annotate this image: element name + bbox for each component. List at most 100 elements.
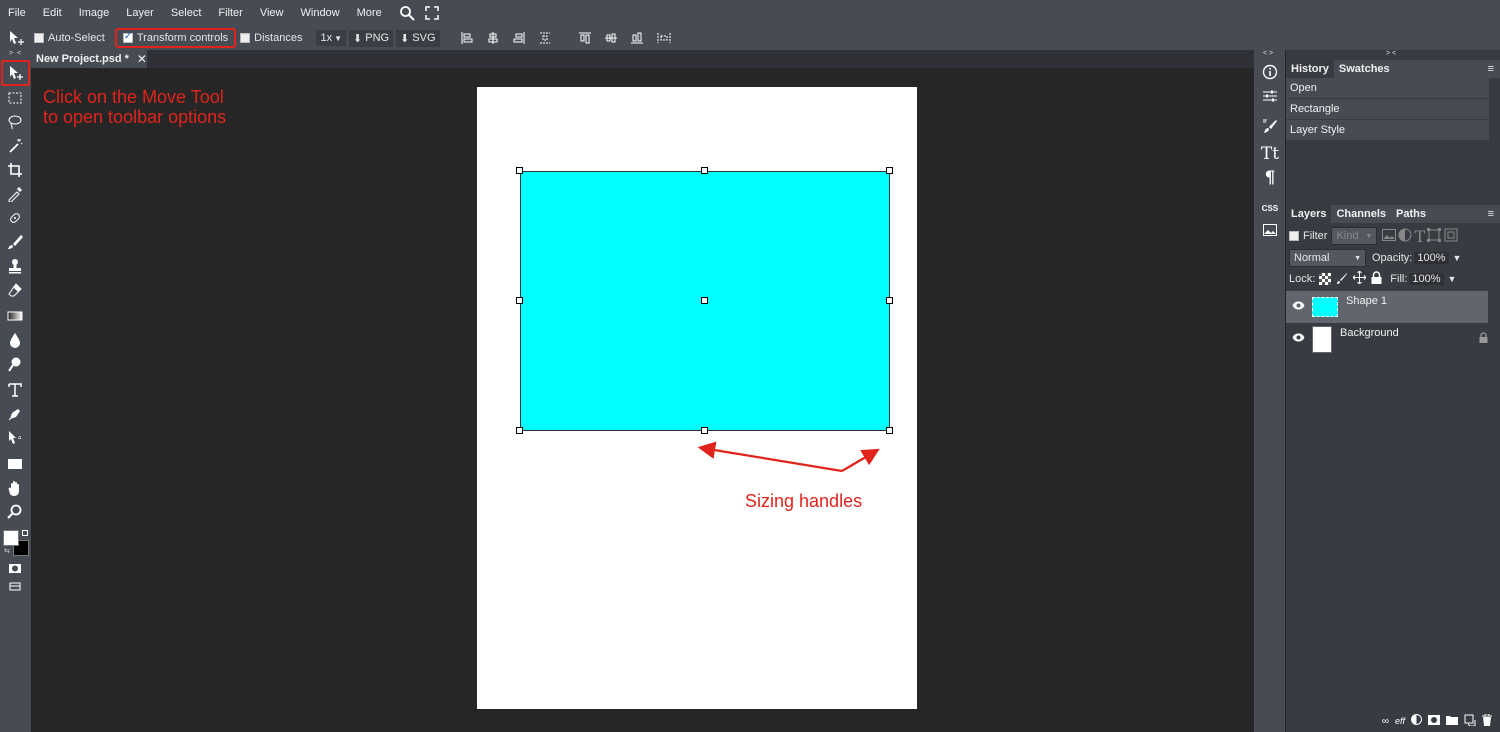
tab-layers[interactable]: Layers xyxy=(1286,205,1332,223)
eyedropper-tool[interactable] xyxy=(4,184,26,204)
layer-row-background[interactable]: Background xyxy=(1286,323,1488,355)
align-bottom-icon[interactable] xyxy=(630,32,643,44)
layer-effects-icon[interactable]: eff xyxy=(1395,716,1405,726)
distribute-h-icon[interactable] xyxy=(539,32,551,44)
panel-menu-icon[interactable]: ≡ xyxy=(1488,208,1494,220)
distances-option[interactable]: Distances xyxy=(240,32,302,44)
sizing-handle-top-center[interactable] xyxy=(701,167,708,174)
dodge-tool[interactable] xyxy=(4,354,26,374)
delete-layer-icon[interactable] xyxy=(1482,713,1492,729)
filter-adjustment-icon[interactable] xyxy=(1398,228,1412,245)
layer-mask-icon[interactable] xyxy=(1428,714,1440,728)
gradient-tool[interactable] xyxy=(4,306,26,326)
align-top-icon[interactable] xyxy=(578,32,591,44)
filter-smart-object-icon[interactable] xyxy=(1444,228,1458,245)
marquee-tool[interactable] xyxy=(4,88,26,108)
history-item[interactable]: Layer Style xyxy=(1286,120,1489,140)
blend-mode-dropdown[interactable]: Normal ▼ xyxy=(1289,249,1366,267)
image-icon[interactable] xyxy=(1260,220,1280,240)
filter-shape-icon[interactable] xyxy=(1427,227,1442,245)
menu-image[interactable]: Image xyxy=(79,7,110,19)
sizing-handle-middle-left[interactable] xyxy=(516,297,523,304)
lasso-tool[interactable] xyxy=(4,112,26,132)
type-tool[interactable] xyxy=(4,380,26,400)
panels-collapse-icon[interactable]: > < xyxy=(1386,50,1396,57)
sizing-handle-bottom-left[interactable] xyxy=(516,427,523,434)
history-item[interactable]: Rectangle xyxy=(1286,99,1489,119)
menu-window[interactable]: Window xyxy=(301,7,340,19)
rectangle-tool[interactable] xyxy=(4,454,26,474)
swap-colors-icon[interactable] xyxy=(22,530,28,536)
tab-swatches[interactable]: Swatches xyxy=(1334,60,1395,78)
layer-row-shape-1[interactable]: Shape 1 xyxy=(1286,291,1488,323)
character-icon[interactable]: Tt xyxy=(1260,144,1280,164)
menu-view[interactable]: View xyxy=(260,7,284,19)
expand-panels-icon[interactable]: < > xyxy=(1263,50,1273,57)
menu-edit[interactable]: Edit xyxy=(43,7,62,19)
history-item[interactable]: Open xyxy=(1286,78,1489,98)
brush-tool[interactable] xyxy=(4,232,26,252)
sizing-handle-top-left[interactable] xyxy=(516,167,523,174)
align-right-icon[interactable] xyxy=(513,32,525,44)
healing-brush-tool[interactable] xyxy=(4,208,26,228)
lock-transparency-icon[interactable] xyxy=(1319,273,1332,285)
transform-controls-checkbox[interactable] xyxy=(122,31,133,43)
sizing-handle-middle-right[interactable] xyxy=(886,297,893,304)
filter-pixel-icon[interactable] xyxy=(1382,228,1397,244)
menu-file[interactable]: File xyxy=(8,7,26,19)
export-svg-button[interactable]: ⬇ SVG xyxy=(396,29,440,47)
opacity-dropdown-icon[interactable]: ▼ xyxy=(1453,253,1462,263)
css-icon[interactable]: CSS xyxy=(1260,198,1280,218)
distances-checkbox[interactable] xyxy=(240,33,251,43)
layer-name[interactable]: Shape 1 xyxy=(1346,295,1387,307)
auto-select-option[interactable]: Auto-Select xyxy=(34,32,105,44)
menu-select[interactable]: Select xyxy=(171,7,202,19)
screen-mode-icon[interactable] xyxy=(4,576,26,596)
sizing-handle-center[interactable] xyxy=(701,297,708,304)
color-swatches[interactable]: ⇆ xyxy=(3,530,29,556)
visibility-eye-icon[interactable] xyxy=(1292,333,1306,345)
document-tab[interactable]: New Project.psd * ✕ xyxy=(31,50,147,68)
search-icon[interactable] xyxy=(399,5,415,21)
magic-wand-tool[interactable] xyxy=(4,136,26,156)
default-colors-icon[interactable]: ⇆ xyxy=(4,547,10,555)
sizing-handle-bottom-right[interactable] xyxy=(886,427,893,434)
lock-position-icon[interactable] xyxy=(1352,270,1367,287)
export-png-button[interactable]: ⬇ PNG xyxy=(349,29,394,47)
tab-paths[interactable]: Paths xyxy=(1391,205,1431,223)
visibility-eye-icon[interactable] xyxy=(1292,301,1306,313)
new-group-icon[interactable] xyxy=(1446,715,1458,728)
info-icon[interactable] xyxy=(1260,62,1280,82)
stamp-tool[interactable] xyxy=(4,256,26,276)
collapse-toolbar-icon[interactable]: > < xyxy=(9,50,22,57)
quick-mask-icon[interactable] xyxy=(4,558,26,578)
filter-type-icon[interactable]: T xyxy=(1414,227,1425,246)
align-middle-icon[interactable] xyxy=(604,32,617,44)
align-left-icon[interactable] xyxy=(461,32,473,44)
adjustments-icon[interactable] xyxy=(1260,86,1280,106)
blur-tool[interactable] xyxy=(4,330,26,350)
link-layers-icon[interactable]: ∞ xyxy=(1382,716,1389,727)
tab-history[interactable]: History xyxy=(1286,60,1334,78)
paragraph-icon[interactable]: ¶ xyxy=(1260,168,1280,188)
zoom-dropdown[interactable]: 1x ▼ xyxy=(316,30,347,46)
lock-all-icon[interactable] xyxy=(1371,271,1382,287)
menu-more[interactable]: More xyxy=(357,7,382,19)
distribute-v-icon[interactable] xyxy=(657,32,671,44)
crop-tool[interactable] xyxy=(4,160,26,180)
zoom-tool[interactable] xyxy=(4,502,26,522)
eraser-tool[interactable] xyxy=(4,280,26,300)
fullscreen-icon[interactable] xyxy=(424,6,439,20)
close-icon[interactable]: ✕ xyxy=(137,52,147,66)
new-layer-icon[interactable] xyxy=(1464,714,1476,729)
path-select-tool[interactable] xyxy=(4,428,26,448)
fill-value[interactable]: 100% xyxy=(1409,273,1444,285)
adjustment-layer-icon[interactable] xyxy=(1411,714,1422,728)
brush-settings-icon[interactable] xyxy=(1260,116,1280,136)
lock-pixels-icon[interactable] xyxy=(1336,272,1348,287)
panel-menu-icon[interactable]: ≡ xyxy=(1488,63,1494,75)
move-tool[interactable] xyxy=(1,60,30,86)
layer-name[interactable]: Background xyxy=(1340,327,1399,339)
menu-filter[interactable]: Filter xyxy=(218,7,242,19)
fill-dropdown-icon[interactable]: ▼ xyxy=(1448,274,1457,284)
